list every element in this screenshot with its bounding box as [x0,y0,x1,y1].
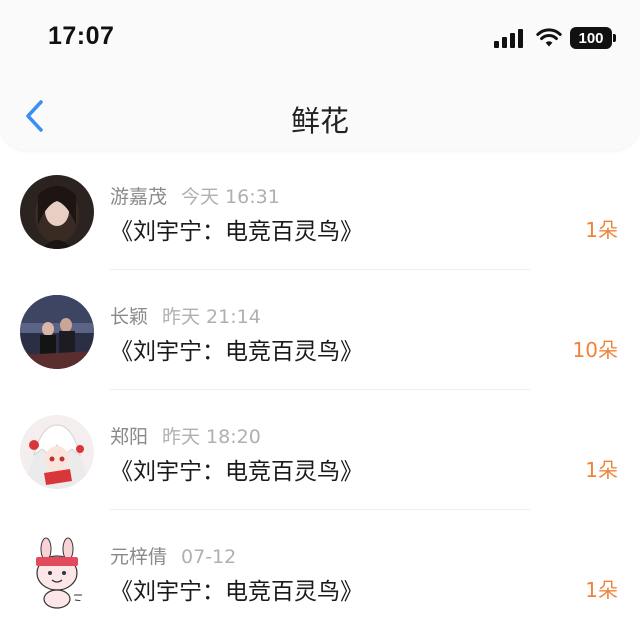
user-name: 长颖 [110,306,149,328]
item-time: 昨天 21:14 [162,306,261,328]
flower-count: 10朵 [572,338,618,362]
status-icons: 100 [494,26,616,50]
wifi-icon [536,28,562,47]
flower-count: 1朵 [585,578,618,602]
book-title: 《刘宇宁：电竞百灵鸟》 [110,219,363,245]
list-item[interactable]: 游嘉茂 今天 16:31 《刘宇宁：电竞百灵鸟》 1朵 [0,150,640,270]
signal-icon [494,28,526,48]
item-meta: 长颖 昨天 21:14 [110,302,261,329]
list-item[interactable]: 长颖 昨天 21:14 《刘宇宁：电竞百灵鸟》 10朵 [0,270,640,390]
list-item[interactable]: 郑阳 昨天 18:20 《刘宇宁：电竞百灵鸟》 1朵 [0,390,640,510]
book-title: 《刘宇宁：电竞百灵鸟》 [110,339,363,365]
flower-count: 1朵 [585,218,618,242]
avatar[interactable] [20,415,94,489]
book-title: 《刘宇宁：电竞百灵鸟》 [110,459,363,485]
book-title: 《刘宇宁：电竞百灵鸟》 [110,579,363,605]
battery-icon: 100 [570,27,616,49]
avatar[interactable] [20,295,94,369]
item-time: 07-12 [181,546,237,568]
flower-count: 1朵 [585,458,618,482]
status-time: 17:07 [48,22,115,50]
item-meta: 元梓倩 07-12 [110,542,236,569]
avatar[interactable] [20,535,94,609]
list-item[interactable]: 元梓倩 07-12 《刘宇宁：电竞百灵鸟》 1朵 [0,510,640,620]
avatar[interactable] [20,175,94,249]
user-name: 元梓倩 [110,546,168,568]
item-meta: 游嘉茂 今天 16:31 [110,182,280,209]
header-bar: 17:07 100 鲜花 [0,0,640,150]
user-name: 郑阳 [110,426,149,448]
user-name: 游嘉茂 [110,186,168,208]
item-time: 昨天 18:20 [162,426,261,448]
item-meta: 郑阳 昨天 18:20 [110,422,261,449]
item-time: 今天 16:31 [181,186,280,208]
page-title: 鲜花 [290,104,349,138]
flower-list: 游嘉茂 今天 16:31 《刘宇宁：电竞百灵鸟》 1朵 长颖 昨天 21:14 《刘… [0,150,640,620]
